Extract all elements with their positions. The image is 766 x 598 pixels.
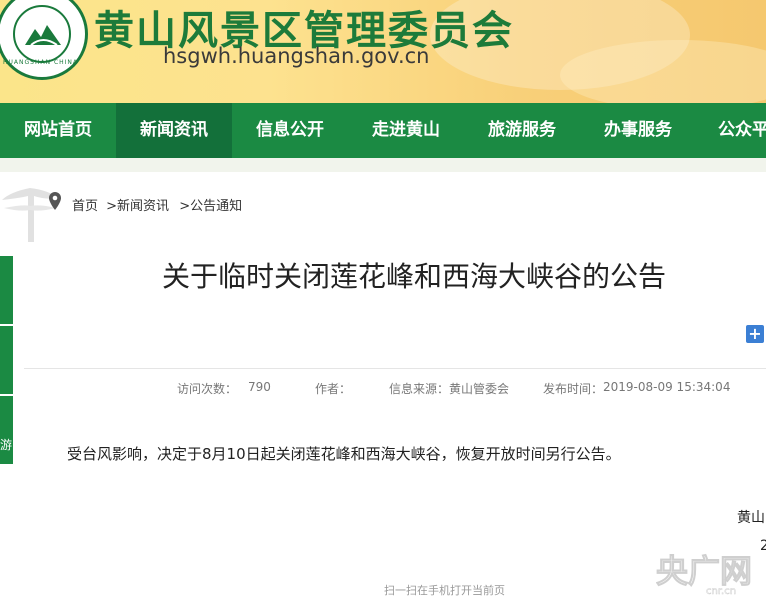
- article-title: 关于临时关闭莲花峰和西海大峡谷的公告: [162, 260, 667, 293]
- breadcrumb-notices[interactable]: >公告通知: [179, 199, 242, 214]
- nav-item-travel[interactable]: 旅游服务: [464, 103, 580, 158]
- watermark-text: 央广网: [656, 552, 752, 590]
- nav-item-home[interactable]: 网站首页: [0, 103, 116, 158]
- nav-item-services[interactable]: 办事服务: [580, 103, 696, 158]
- nav-item-news[interactable]: 新闻资讯: [116, 103, 232, 158]
- breadcrumb-news[interactable]: >新闻资讯: [106, 199, 169, 214]
- header-banner: HUANGSHAN CHINA 黄山风景区管理委员会 hsgwh.huangsh…: [0, 0, 766, 103]
- divider: [24, 368, 766, 369]
- side-tab[interactable]: [0, 396, 13, 464]
- side-tab[interactable]: [0, 326, 13, 394]
- meta-views-value: 790: [248, 380, 271, 394]
- article-body: 受台风影响，决定于8月10日起关闭莲花峰和西海大峡谷，恢复开放时间另行公告。: [67, 445, 621, 463]
- mountain-icon: [25, 25, 61, 46]
- article-signature-org: 黄山: [737, 510, 765, 526]
- site-url: hsgwh.huangshan.gov.cn: [163, 44, 430, 68]
- breadcrumb: 首页 >新闻资讯 >公告通知: [72, 195, 244, 214]
- main-nav: 网站首页 新闻资讯 信息公开 走进黄山 旅游服务 办事服务 公众平: [0, 103, 766, 158]
- pine-tree-decoration: [2, 188, 58, 242]
- huangshan-logo[interactable]: HUANGSHAN CHINA: [0, 0, 88, 80]
- nav-item-info-open[interactable]: 信息公开: [232, 103, 348, 158]
- watermark-sub: cnr.cn: [706, 586, 736, 595]
- side-tab[interactable]: [0, 256, 13, 324]
- meta-date-value: 2019-08-09 15:34:04: [603, 380, 731, 394]
- meta-author-label: 作者：: [315, 382, 352, 396]
- meta-date-label: 发布时间：: [543, 382, 604, 396]
- logo-ring-text: HUANGSHAN CHINA: [3, 59, 79, 66]
- meta-source-value: 黄山管委会: [449, 382, 510, 396]
- share-plus-icon[interactable]: +: [746, 325, 764, 343]
- nav-item-about[interactable]: 走进黄山: [348, 103, 464, 158]
- cnr-watermark: 央广网 cnr.cn: [656, 552, 753, 596]
- qr-code-hint[interactable]: 扫一扫在手机打开当前页: [384, 582, 505, 598]
- meta-source-label: 信息来源：: [389, 382, 450, 396]
- meta-views-label: 访问次数：: [177, 382, 238, 396]
- side-tab-label: 游: [0, 438, 13, 452]
- breadcrumb-home[interactable]: 首页: [72, 199, 98, 214]
- location-pin-icon: [49, 192, 61, 210]
- nav-item-public[interactable]: 公众平: [696, 103, 766, 158]
- nav-underline: [0, 158, 766, 172]
